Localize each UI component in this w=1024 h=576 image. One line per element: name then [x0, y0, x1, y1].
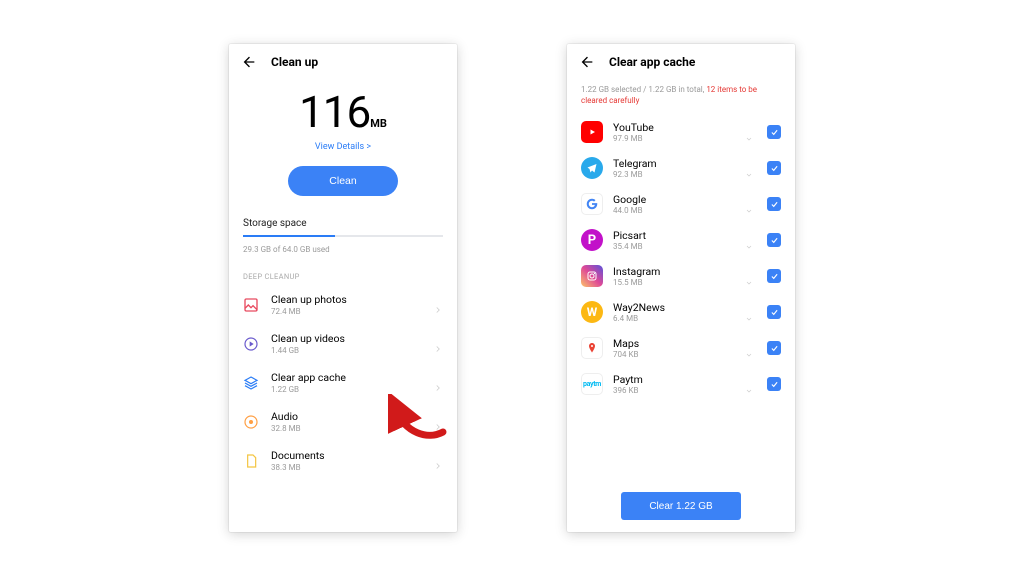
checkbox[interactable]	[767, 269, 781, 283]
checkbox[interactable]	[767, 341, 781, 355]
caret-down-icon[interactable]	[745, 164, 753, 172]
app-size: 97.9 MB	[613, 134, 735, 143]
app-size: 35.4 MB	[613, 242, 735, 251]
youtube-icon	[581, 121, 603, 143]
app-name: Way2News	[613, 301, 735, 314]
app-row: Google44.0 MB	[567, 186, 795, 222]
checkbox[interactable]	[767, 125, 781, 139]
chevron-right-icon	[433, 300, 443, 310]
caret-down-icon[interactable]	[745, 272, 753, 280]
clear-cache-screen: Clear app cache 1.22 GB selected / 1.22 …	[567, 44, 795, 532]
view-details-link[interactable]: View Details >	[229, 142, 457, 152]
app-name: Instagram	[613, 265, 735, 278]
picsart-icon: P	[581, 229, 603, 251]
item-title: Clean up videos	[271, 332, 433, 345]
header: Clear app cache	[567, 44, 795, 78]
way2news-icon: W	[581, 301, 603, 323]
caret-down-icon[interactable]	[745, 380, 753, 388]
chevron-right-icon	[433, 378, 443, 388]
app-size: 15.5 MB	[613, 278, 735, 287]
app-size: 396 KB	[613, 386, 735, 395]
checkbox[interactable]	[767, 161, 781, 175]
item-title: Clear app cache	[271, 371, 433, 384]
size-number: 116	[299, 86, 370, 138]
item-title: Documents	[271, 449, 433, 462]
clean-button[interactable]: Clean	[288, 166, 398, 196]
google-icon	[581, 193, 603, 215]
page-title: Clear app cache	[609, 55, 695, 69]
cleanable-size: 116MB	[229, 86, 457, 138]
clear-button[interactable]: Clear 1.22 GB	[621, 492, 741, 520]
page-title: Clean up	[271, 55, 318, 69]
app-size: 6.4 MB	[613, 314, 735, 323]
chevron-right-icon	[433, 456, 443, 466]
cache-icon	[243, 375, 259, 391]
instagram-icon	[581, 265, 603, 287]
caret-down-icon[interactable]	[745, 344, 753, 352]
back-icon[interactable]	[241, 54, 257, 70]
chevron-right-icon	[433, 417, 443, 427]
item-size: 32.8 MB	[271, 424, 433, 433]
checkbox[interactable]	[767, 233, 781, 247]
videos-icon	[243, 336, 259, 352]
chevron-right-icon	[433, 339, 443, 349]
caret-down-icon[interactable]	[745, 128, 753, 136]
list-item[interactable]: Documents38.3 MB	[229, 441, 457, 480]
item-size: 1.44 GB	[271, 346, 433, 355]
docs-icon	[243, 453, 259, 469]
storage-section: Storage space 29.3 GB of 64.0 GB used	[229, 218, 457, 254]
item-title: Clean up photos	[271, 293, 433, 306]
selection-status: 1.22 GB selected / 1.22 GB in total, 12 …	[567, 84, 795, 106]
app-name: Paytm	[613, 373, 735, 386]
app-row: Telegram92.3 MB	[567, 150, 795, 186]
item-size: 1.22 GB	[271, 385, 433, 394]
app-row: W Way2News6.4 MB	[567, 294, 795, 330]
deep-cleanup-list: Clean up photos72.4 MBClean up videos1.4…	[229, 285, 457, 480]
caret-down-icon[interactable]	[745, 308, 753, 316]
checkbox[interactable]	[767, 305, 781, 319]
paytm-icon: paytm	[581, 373, 603, 395]
list-item[interactable]: Clear app cache1.22 GB	[229, 363, 457, 402]
app-size: 704 KB	[613, 350, 735, 359]
app-cache-list: YouTube97.9 MBTelegram92.3 MBGoogle44.0 …	[567, 114, 795, 482]
deep-cleanup-label: DEEP CLEANUP	[243, 272, 443, 281]
app-name: YouTube	[613, 121, 735, 134]
photos-icon	[243, 297, 259, 313]
app-name: Picsart	[613, 229, 735, 242]
storage-bar	[243, 235, 443, 237]
app-size: 44.0 MB	[613, 206, 735, 215]
list-item[interactable]: Clean up videos1.44 GB	[229, 324, 457, 363]
audio-icon	[243, 414, 259, 430]
storage-sub: 29.3 GB of 64.0 GB used	[243, 245, 443, 254]
caret-down-icon[interactable]	[745, 200, 753, 208]
app-row: Instagram15.5 MB	[567, 258, 795, 294]
checkbox[interactable]	[767, 197, 781, 211]
app-name: Maps	[613, 337, 735, 350]
telegram-icon	[581, 157, 603, 179]
caret-down-icon[interactable]	[745, 236, 753, 244]
status-text: 1.22 GB selected / 1.22 GB in total,	[581, 85, 706, 94]
back-icon[interactable]	[579, 54, 595, 70]
item-size: 38.3 MB	[271, 463, 433, 472]
storage-label: Storage space	[243, 218, 443, 229]
maps-icon	[581, 337, 603, 359]
app-row: YouTube97.9 MB	[567, 114, 795, 150]
app-name: Google	[613, 193, 735, 206]
app-size: 92.3 MB	[613, 170, 735, 179]
item-size: 72.4 MB	[271, 307, 433, 316]
size-unit: MB	[370, 117, 387, 130]
list-item[interactable]: Clean up photos72.4 MB	[229, 285, 457, 324]
app-row: P Picsart35.4 MB	[567, 222, 795, 258]
list-item[interactable]: Audio32.8 MB	[229, 402, 457, 441]
header: Clean up	[229, 44, 457, 78]
app-row: Maps704 KB	[567, 330, 795, 366]
cleanup-screen: Clean up 116MB View Details > Clean Stor…	[229, 44, 457, 532]
checkbox[interactable]	[767, 377, 781, 391]
app-name: Telegram	[613, 157, 735, 170]
app-row: paytm Paytm396 KB	[567, 366, 795, 402]
item-title: Audio	[271, 410, 433, 423]
